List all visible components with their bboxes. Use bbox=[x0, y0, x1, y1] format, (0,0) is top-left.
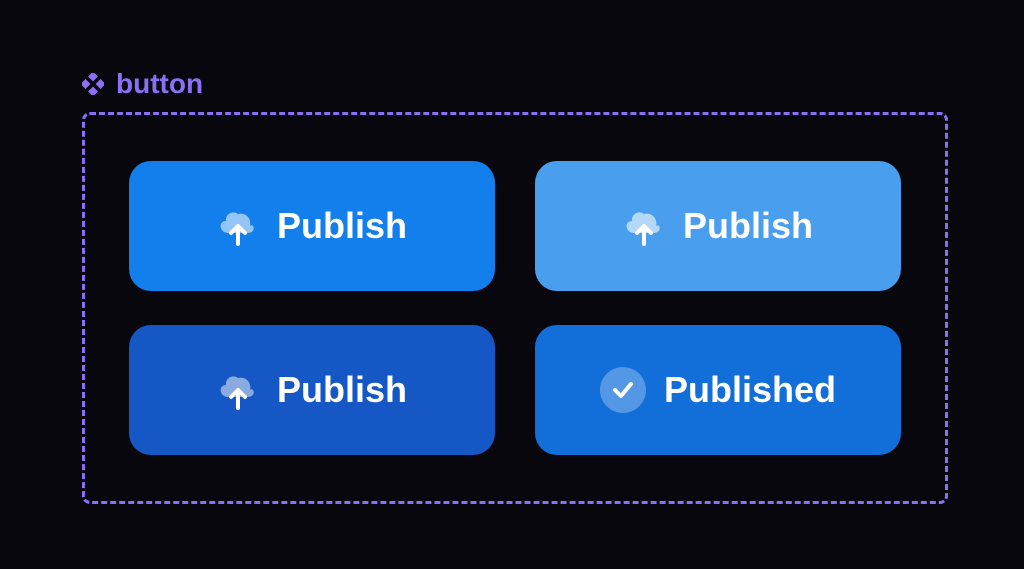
check-circle-icon bbox=[600, 367, 646, 413]
cloud-upload-icon bbox=[623, 204, 665, 248]
button-label: Publish bbox=[277, 205, 407, 247]
component-title: button bbox=[116, 68, 203, 100]
component-diamond-icon bbox=[82, 73, 104, 95]
button-label: Published bbox=[664, 369, 836, 411]
button-label: Publish bbox=[277, 369, 407, 411]
publish-button-default[interactable]: Publish bbox=[129, 161, 495, 291]
cloud-upload-icon bbox=[217, 368, 259, 412]
publish-button-hover[interactable]: Publish bbox=[535, 161, 901, 291]
cloud-upload-icon bbox=[217, 204, 259, 248]
publish-button-published[interactable]: Published bbox=[535, 325, 901, 455]
component-header: button bbox=[82, 68, 203, 100]
component-frame: Publish Publish Publish Published bbox=[82, 112, 948, 504]
button-label: Publish bbox=[683, 205, 813, 247]
publish-button-active[interactable]: Publish bbox=[129, 325, 495, 455]
